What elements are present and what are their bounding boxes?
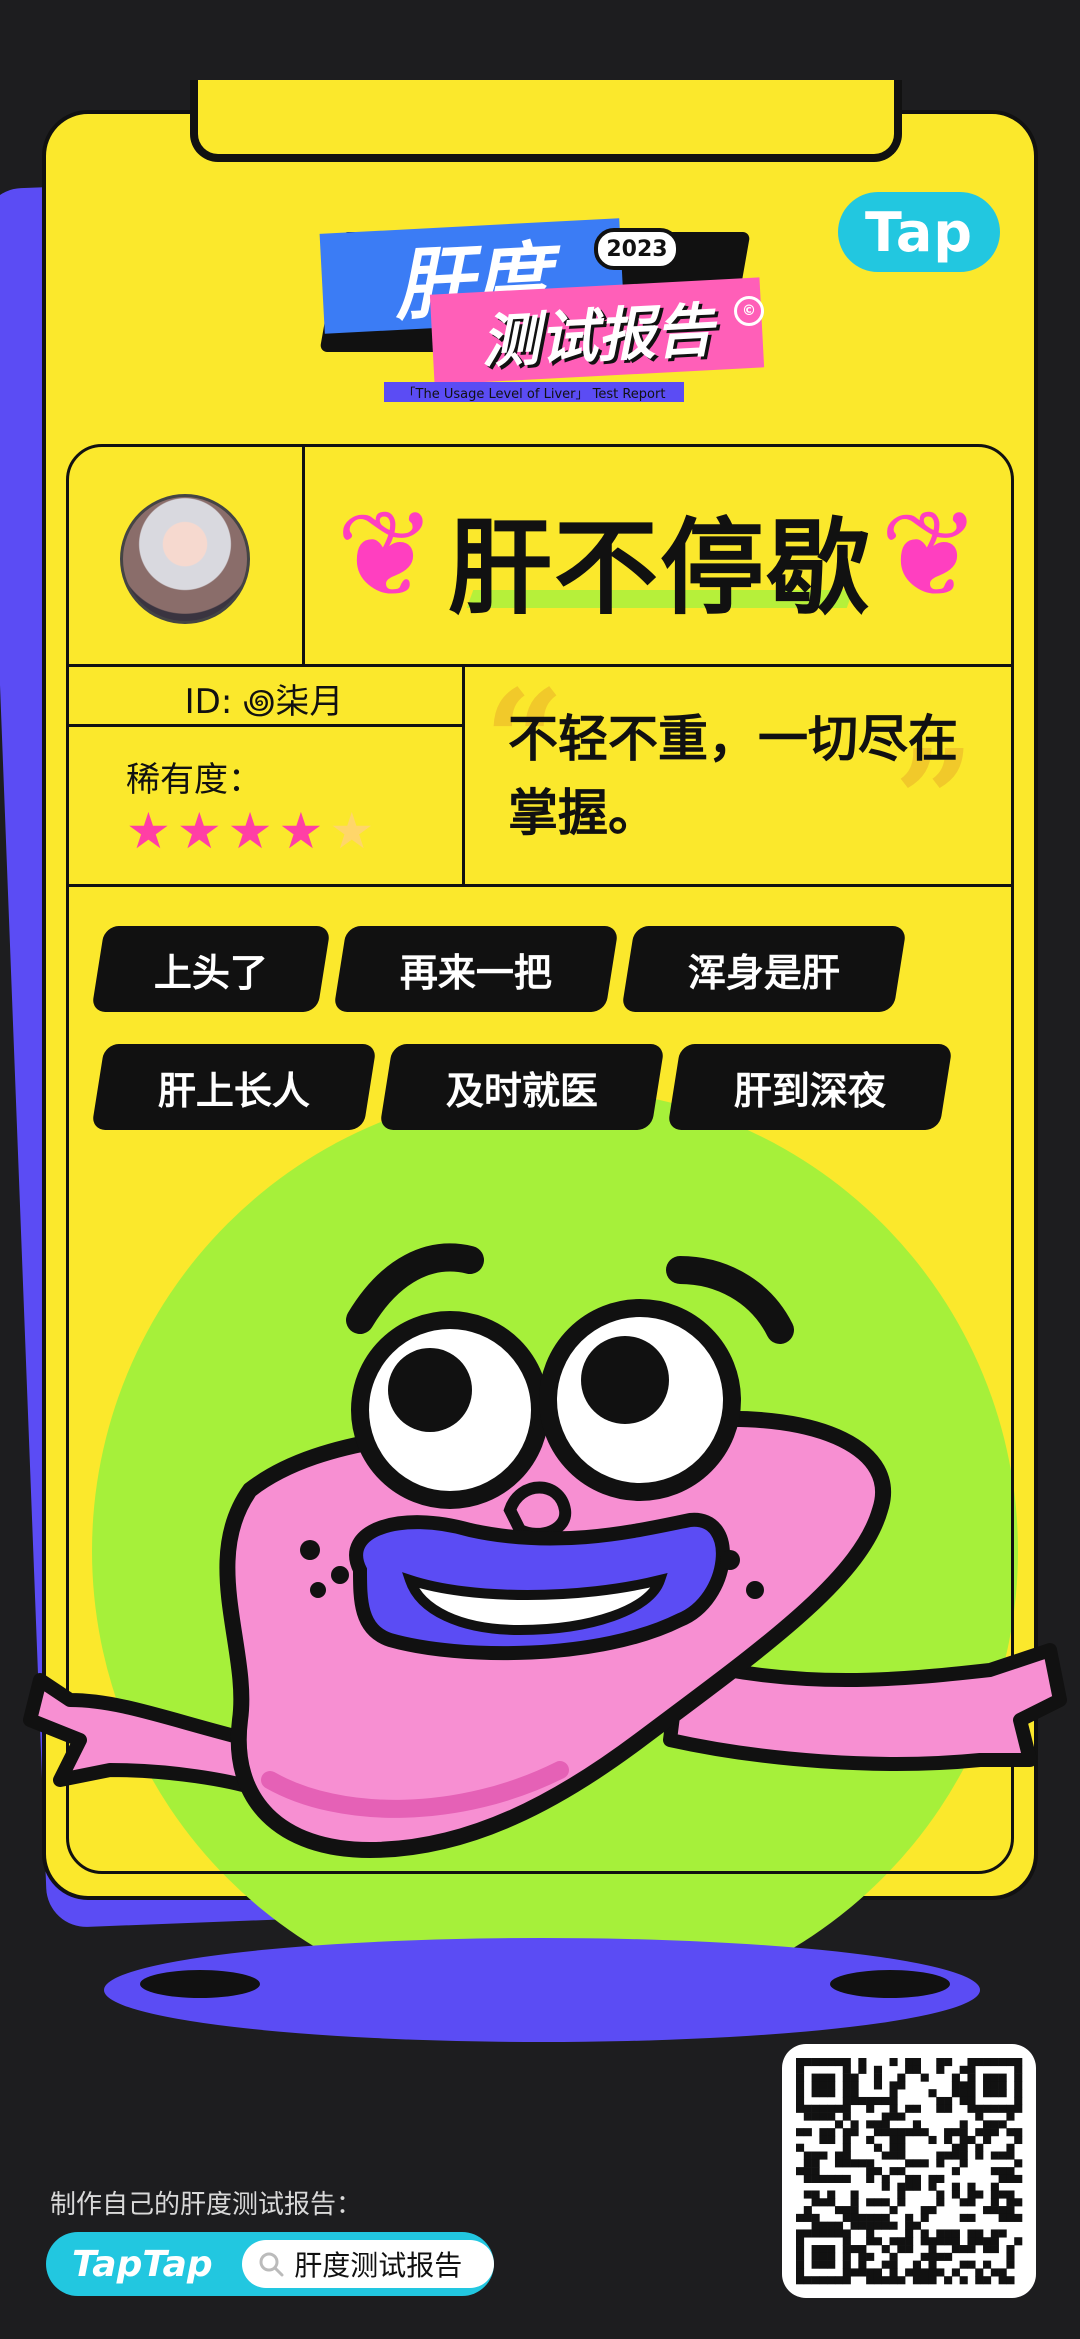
user-avatar[interactable]: [120, 494, 250, 624]
card-notch: [190, 80, 902, 162]
laurel-right-icon: ❦: [879, 485, 981, 625]
star-filled-icon: ★: [126, 802, 171, 860]
tag-chip: 及时就医: [379, 1044, 665, 1130]
grid-divider: [462, 664, 465, 884]
tap-logo-badge: Tap: [838, 192, 1000, 272]
stand-hole: [140, 1970, 260, 1998]
qr-code-pattern: [796, 2058, 1023, 2285]
star-filled-icon: ★: [227, 802, 273, 860]
star-filled-icon: ★: [176, 802, 222, 860]
qr-code[interactable]: [782, 2044, 1036, 2298]
search-box[interactable]: 肝度测试报告: [242, 2240, 494, 2288]
stand-hole: [830, 1970, 950, 1998]
rarity-label: 稀有度：: [126, 760, 262, 800]
logo-title-report: 测试报告: [429, 277, 765, 385]
logo-subtitle: 「The Usage Level of Liver」 Test Report: [384, 382, 684, 402]
taptap-logo: TapTap: [72, 2243, 213, 2285]
rarity-stars: ★ ★ ★ ★ ★: [126, 806, 374, 856]
tag-chip: 肝上长人: [91, 1044, 377, 1130]
search-icon: [259, 2252, 284, 2277]
star-filled-icon: ★: [278, 802, 324, 860]
taptap-search-banner[interactable]: TapTap 肝度测试报告: [46, 2232, 494, 2296]
grid-divider: [68, 884, 1012, 887]
laurel-left-icon: ❦: [335, 485, 437, 625]
copyright-icon: ©: [734, 296, 764, 326]
liver-mascot: [23, 1243, 1067, 1858]
result-title: 肝不停歇: [447, 506, 872, 629]
tag-chip: 再来一把: [333, 926, 619, 1012]
logo-year-badge: 2023: [594, 228, 680, 270]
search-text: 肝度测试报告: [294, 2249, 463, 2282]
grid-divider: [302, 446, 305, 664]
tag-chip: 上头了: [91, 926, 331, 1012]
footer-cta-label: 制作自己的肝度测试报告：: [50, 2190, 363, 2220]
tag-chip: 肝到深夜: [667, 1044, 953, 1130]
star-empty-icon: ★: [329, 802, 375, 860]
tag-chip: 浑身是肝: [621, 926, 907, 1012]
result-quote: 不轻不重，一切尽在掌握。: [508, 710, 958, 842]
user-id: ID: ꩜柒月: [184, 681, 344, 722]
